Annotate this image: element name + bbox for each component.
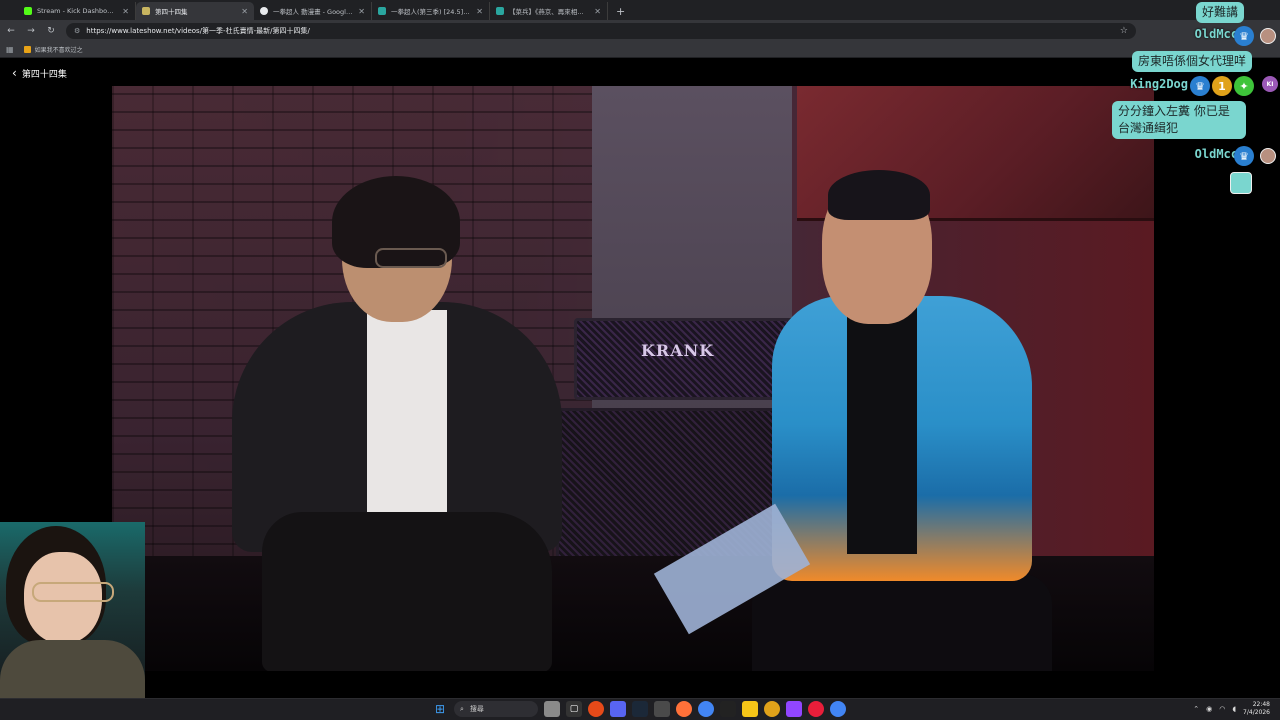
tab-anime-episode[interactable]: 一拳超人(第三季) [24.5] 真上市 ✕ <box>372 2 490 20</box>
avatar <box>1260 148 1276 164</box>
host-person <box>653 170 1112 671</box>
crown-badge-icon: ♛ <box>1234 146 1254 166</box>
folder-icon[interactable] <box>742 701 758 717</box>
bookmark-item[interactable]: 如果我不喜欢过之 <box>23 45 83 54</box>
discord-icon[interactable] <box>610 701 626 717</box>
site-favicon-icon <box>378 7 386 15</box>
clock-time: 22:48 <box>1252 701 1270 708</box>
page-content: ‹ 第四十四集 KRANK <box>0 58 1280 698</box>
chat-message: 分分鐘入左糞 你已是台灣通緝犯 <box>1112 101 1246 139</box>
page-title: 第四十四集 <box>21 70 67 80</box>
tab-kick-dashboard[interactable]: Stream - Kick Dashboard ✕ <box>18 2 136 20</box>
address-bar[interactable]: ⚙ https://www.lateshow.net/videos/第一季-杜氏… <box>66 23 1136 39</box>
bookmarks-bar: ▦ 如果我不喜欢过之 <box>0 42 1280 58</box>
host-legs <box>752 574 1052 671</box>
clock[interactable]: 22:48 7/4/2026 <box>1243 701 1270 717</box>
number-badge-icon: 1 <box>1212 76 1232 96</box>
streamer-body <box>0 640 145 698</box>
amplifier-head: KRANK <box>574 318 794 400</box>
avatar: KI <box>1262 76 1278 92</box>
system-tray: ⌃ ◉ ◠ ◖ 22:48 7/4/2026 <box>1193 701 1270 717</box>
tab-drama-episode[interactable]: 【菜兵】《燕京、再來相戀 - 》 ✕ <box>490 2 608 20</box>
widget-icon[interactable] <box>544 701 560 717</box>
close-icon[interactable]: ✕ <box>476 7 483 16</box>
tab-title: Stream - Kick Dashboard <box>37 7 118 15</box>
steam-icon[interactable] <box>632 701 648 717</box>
star-badge-icon: ✦ <box>1234 76 1254 96</box>
chat-message: 房東唔係個女代理咩 <box>1131 51 1252 72</box>
site-favicon-icon <box>142 7 150 15</box>
search-label: 搜尋 <box>469 705 484 713</box>
back-link[interactable]: ‹ 第四十四集 <box>12 67 67 80</box>
new-tab-button[interactable]: + <box>616 2 625 20</box>
host-undershirt <box>847 304 917 554</box>
taskview-icon[interactable]: ▢ <box>566 701 582 717</box>
video-player[interactable]: KRANK <box>112 86 1154 671</box>
tray-app-icon[interactable]: ◉ <box>1206 705 1212 713</box>
taskbar-apps: ⊞ ⌕ 搜尋 ▢ <box>432 701 846 717</box>
app-icon[interactable] <box>808 701 824 717</box>
streamer-glasses <box>32 582 114 602</box>
forward-arrow-icon[interactable]: → <box>26 26 36 36</box>
url-text[interactable]: https://www.lateshow.net/videos/第一季-杜氏賣情… <box>86 26 1114 36</box>
chevron-left-icon: ‹ <box>12 66 17 80</box>
folder-icon <box>23 46 31 53</box>
browser-toolbar: ← → ↻ ⚙ https://www.lateshow.net/videos/… <box>0 20 1280 42</box>
taskbar-search[interactable]: ⌕ 搜尋 <box>454 701 538 717</box>
epic-games-icon[interactable] <box>720 701 736 717</box>
crown-badge-icon: ♛ <box>1234 26 1254 46</box>
twitch-icon[interactable] <box>786 701 802 717</box>
emote-icon <box>1230 172 1252 194</box>
chat-username: King2Dog <box>1130 77 1188 91</box>
clock-date: 7/4/2026 <box>1243 709 1270 716</box>
chat-username: OldMcc <box>1194 27 1238 41</box>
crown-badge-icon: ♛ <box>1190 76 1210 96</box>
reload-icon[interactable]: ↻ <box>46 26 56 36</box>
webcam-overlay <box>0 522 145 698</box>
back-arrow-icon[interactable]: ← <box>6 26 16 36</box>
chat-username: OldMcc <box>1194 147 1238 161</box>
chrome-icon[interactable] <box>698 701 714 717</box>
tab-current-video[interactable]: 第四十四集 ✕ <box>136 2 254 20</box>
close-icon[interactable]: ✕ <box>122 7 129 16</box>
close-icon[interactable]: ✕ <box>241 7 248 16</box>
chat-message: 好難講 <box>1195 2 1244 23</box>
avatar <box>1260 28 1276 44</box>
search-icon: ⌕ <box>460 704 464 713</box>
bookmark-label: 如果我不喜欢过之 <box>34 47 83 54</box>
guest-legs <box>262 512 552 671</box>
chevron-up-icon[interactable]: ⌃ <box>1193 705 1199 713</box>
browser-tab-strip: Stream - Kick Dashboard ✕ 第四十四集 ✕ 一拳超人 動… <box>0 0 1280 20</box>
tab-title: 【菜兵】《燕京、再來相戀 - 》 <box>509 8 590 16</box>
firefox-icon[interactable] <box>676 701 692 717</box>
close-icon[interactable]: ✕ <box>594 7 601 16</box>
chrome-icon[interactable] <box>830 701 846 717</box>
apps-grid-icon[interactable]: ▦ <box>6 45 14 54</box>
host-hair <box>828 170 930 220</box>
network-icon[interactable]: ◠ <box>1219 705 1225 713</box>
google-favicon-icon <box>260 7 268 15</box>
site-favicon-icon <box>496 7 504 15</box>
close-icon[interactable]: ✕ <box>358 7 365 16</box>
app-icon[interactable] <box>654 701 670 717</box>
guest-person <box>232 176 562 671</box>
windows-taskbar: ⊞ ⌕ 搜尋 ▢ ⌃ ◉ ◠ ◖ 22:48 7/4/2026 <box>0 698 1280 720</box>
kick-favicon-icon <box>24 7 32 15</box>
chat-overlay: 好難講 OldMcc ♛ 房東唔係個女代理咩 King2Dog ♛ 1 ✦ KI… <box>1100 0 1280 200</box>
app-icon[interactable] <box>588 701 604 717</box>
guest-shirt <box>367 310 447 515</box>
tab-google-search[interactable]: 一拳超人 動漫畫 - Google 搜尋 ✕ <box>254 2 372 20</box>
tab-title: 一拳超人 動漫畫 - Google 搜尋 <box>273 8 353 16</box>
app-icon[interactable] <box>764 701 780 717</box>
amp-brand-logo: KRANK <box>641 341 715 360</box>
guest-glasses <box>375 248 447 268</box>
tab-title: 一拳超人(第三季) [24.5] 真上市 <box>391 8 472 16</box>
site-info-icon[interactable]: ⚙ <box>74 27 80 35</box>
tab-title: 第四十四集 <box>155 8 188 16</box>
volume-icon[interactable]: ◖ <box>1232 705 1236 713</box>
windows-start-icon[interactable]: ⊞ <box>432 701 448 717</box>
